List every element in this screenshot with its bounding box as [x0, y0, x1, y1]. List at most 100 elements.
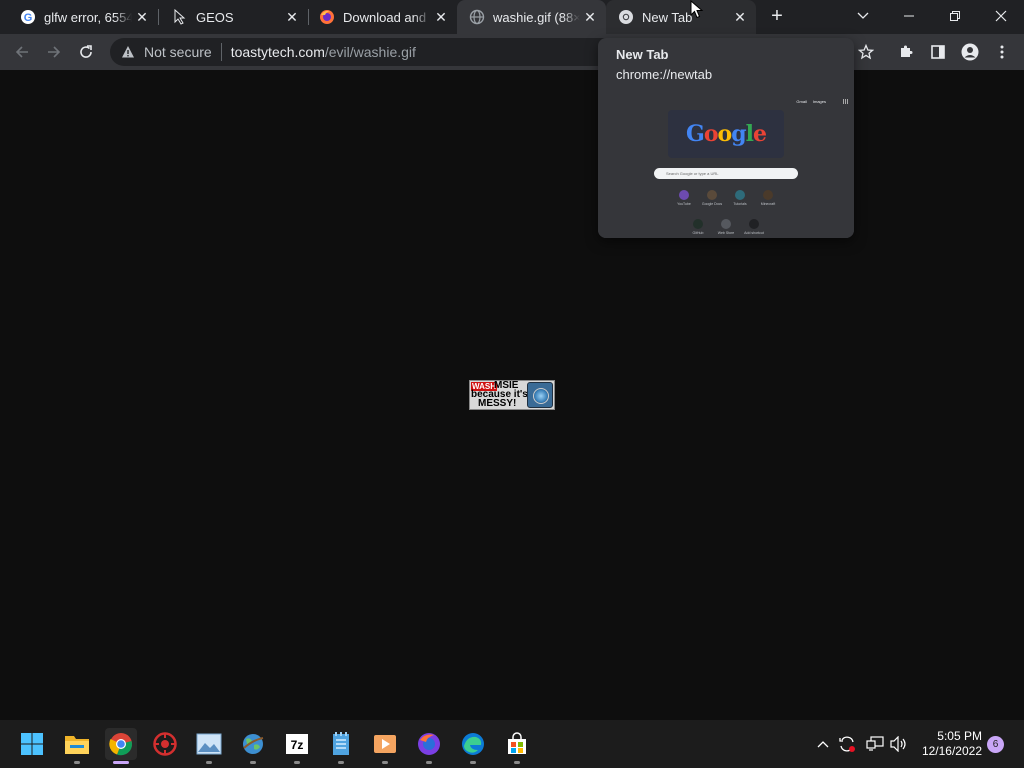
- taskbar-globe-app[interactable]: [237, 728, 269, 760]
- tab-close-button[interactable]: ✕: [282, 7, 302, 27]
- running-indicator: [514, 761, 520, 764]
- edge-icon: [462, 733, 484, 755]
- minimize-button[interactable]: [886, 0, 932, 32]
- restore-button[interactable]: [932, 0, 978, 32]
- arrow-left-icon: [15, 46, 28, 58]
- image-messy-text: MESSY!: [478, 398, 517, 409]
- bookmark-button[interactable]: [852, 38, 880, 66]
- hover-card-title: New Tab: [616, 47, 669, 62]
- reload-button[interactable]: [72, 38, 100, 66]
- preview-shortcut-tile: Minecraft: [754, 190, 782, 206]
- taskbar-file-explorer[interactable]: [61, 728, 93, 760]
- screen: G glfw error, 65544 ✕ GEOS ✕ Download an…: [0, 0, 1024, 768]
- hover-card-url: chrome://newtab: [616, 67, 713, 82]
- restore-icon: [950, 11, 960, 21]
- volume-icon: [890, 736, 906, 752]
- tab-title: GEOS: [196, 9, 234, 25]
- preview-shortcut-tile: YouTube: [670, 190, 698, 206]
- tab-washie-gif[interactable]: washie.gif (88×31) ✕: [457, 0, 606, 34]
- tab-title: New Tab: [642, 9, 693, 25]
- network-icon: [866, 736, 884, 751]
- reload-icon: [80, 45, 92, 58]
- tab-glfw-error[interactable]: G glfw error, 65544 ✕: [8, 0, 158, 34]
- close-window-button[interactable]: [978, 0, 1024, 32]
- tab-geos[interactable]: GEOS ✕: [160, 0, 308, 34]
- profile-button[interactable]: [956, 38, 984, 66]
- extensions-button[interactable]: [892, 38, 920, 66]
- chrome-icon: [618, 9, 634, 25]
- taskbar-chrome[interactable]: [105, 728, 137, 760]
- globe-app-icon: [243, 734, 264, 754]
- chevron-up-icon: [817, 741, 829, 748]
- back-button[interactable]: [8, 38, 36, 66]
- taskbar-photos[interactable]: [193, 728, 225, 760]
- kebab-menu-icon: [1000, 45, 1004, 59]
- tab-close-button[interactable]: ✕: [580, 7, 600, 27]
- notification-badge[interactable]: 6: [987, 736, 1004, 753]
- tab-hover-card: New Tab chrome://newtab Gmail Images Goo…: [598, 38, 854, 238]
- start-icon: [21, 733, 43, 755]
- tab-new-tab[interactable]: New Tab ✕: [606, 0, 756, 34]
- active-indicator: [113, 761, 129, 764]
- warning-icon[interactable]: [120, 44, 136, 60]
- taskbar-edge[interactable]: [457, 728, 489, 760]
- firefox-icon: [319, 9, 335, 25]
- running-indicator: [382, 761, 388, 764]
- google-doodle-logo: Google: [668, 110, 784, 158]
- close-icon: [995, 10, 1007, 22]
- running-indicator: [470, 761, 476, 764]
- tab-close-button[interactable]: ✕: [132, 7, 152, 27]
- tab-close-button[interactable]: ✕: [431, 7, 451, 27]
- antivirus-icon: [153, 732, 177, 756]
- running-indicator: [74, 761, 80, 764]
- preview-top-links: Gmail Images: [796, 99, 826, 104]
- tray-network-button[interactable]: [865, 734, 885, 754]
- preview-search-box: Search Google or type a URL: [654, 168, 798, 179]
- clock-time: 5:05 PM: [937, 729, 982, 743]
- preview-shortcut-tile: GitHub: [684, 219, 712, 235]
- firefox-icon: [418, 733, 440, 755]
- tray-volume-button[interactable]: [889, 734, 909, 754]
- start-button[interactable]: [16, 728, 48, 760]
- show-hidden-icons-button[interactable]: [813, 734, 833, 754]
- running-indicator: [206, 761, 212, 764]
- running-indicator: [426, 761, 432, 764]
- taskbar-antivirus[interactable]: [149, 728, 181, 760]
- photos-icon: [196, 733, 222, 755]
- tab-divider: [158, 9, 159, 25]
- taskbar-7zip[interactable]: 7z: [281, 728, 313, 760]
- taskbar-firefox[interactable]: [413, 728, 445, 760]
- media-player-icon: [374, 735, 396, 753]
- taskbar-notepad[interactable]: [325, 728, 357, 760]
- tab-title: Download and install: [343, 9, 431, 25]
- mouse-cursor-icon: [690, 0, 704, 19]
- tab-download-install[interactable]: Download and install ✕: [307, 0, 457, 34]
- store-icon: [508, 732, 526, 754]
- preview-link: Images: [812, 99, 826, 104]
- puzzle-icon: [901, 45, 913, 57]
- preview-shortcut-tile: Add shortcut: [740, 219, 768, 235]
- taskbar-store[interactable]: [501, 728, 533, 760]
- security-label[interactable]: Not secure: [144, 44, 212, 60]
- system-clock[interactable]: 5:05 PM 12/16/2022: [916, 729, 982, 759]
- globe-icon: [469, 9, 485, 25]
- washing-machine-icon: [527, 382, 553, 408]
- tab-close-button[interactable]: ✕: [730, 7, 750, 27]
- tab-search-button[interactable]: [840, 0, 886, 32]
- washie-image: WASH MSIE because it's MESSY!: [469, 380, 555, 410]
- side-panel-button[interactable]: [924, 38, 952, 66]
- clock-date: 12/16/2022: [921, 744, 982, 758]
- new-tab-button[interactable]: +: [765, 5, 789, 29]
- url-host[interactable]: toastytech.com: [231, 44, 325, 60]
- preview-shortcut-tile: Google Docs: [698, 190, 726, 206]
- notepad-icon: [333, 732, 349, 755]
- tray-sync-button[interactable]: [837, 734, 857, 754]
- menu-button[interactable]: [988, 38, 1016, 66]
- avatar-icon: [961, 43, 979, 61]
- forward-button[interactable]: [40, 38, 68, 66]
- omnibox-divider: [220, 43, 222, 61]
- url-path[interactable]: /evil/washie.gif: [325, 44, 416, 60]
- browser-toolbar: Not secure toastytech.com/evil/washie.gi…: [0, 34, 1024, 70]
- taskbar-media-player[interactable]: [369, 728, 401, 760]
- side-panel-icon: [931, 45, 945, 59]
